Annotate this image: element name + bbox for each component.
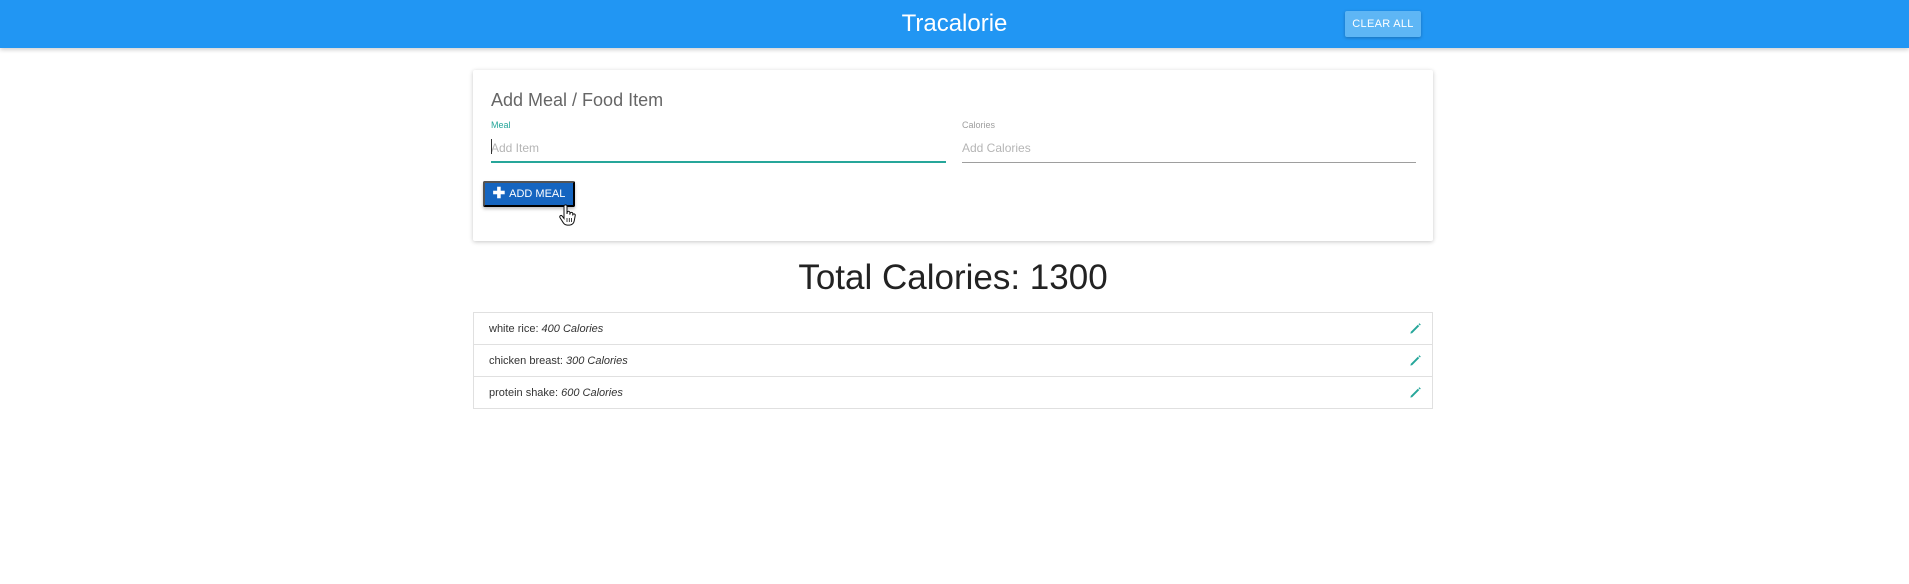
plus-icon: ✚ xyxy=(492,184,506,202)
calories-input[interactable] xyxy=(962,134,1416,162)
meal-calories: 600 Calories xyxy=(561,386,623,399)
brand-title[interactable]: Tracalorie xyxy=(0,0,1909,48)
calories-input-underline xyxy=(962,162,1416,163)
meal-name: protein shake: xyxy=(489,386,559,399)
meal-name: white rice: xyxy=(489,322,539,335)
text-caret xyxy=(491,139,492,154)
add-meal-card: Add Meal / Food Item Meal Calories ✚ ADD… xyxy=(473,70,1433,241)
meal-label: Meal xyxy=(491,120,511,130)
calories-label: Calories xyxy=(962,120,996,130)
navbar: Tracalorie CLEAR ALL xyxy=(0,0,1909,48)
meal-name: chicken breast: xyxy=(489,354,563,367)
card-title: Add Meal / Food Item xyxy=(491,90,664,110)
clear-all-button[interactable]: CLEAR ALL xyxy=(1345,11,1421,37)
meal-input-underline xyxy=(491,161,946,163)
meal-calories: 400 Calories xyxy=(541,322,604,335)
meal-calories: 300 Calories xyxy=(565,354,628,367)
add-meal-button-label: ADD MEAL xyxy=(509,188,566,200)
total-calories: Total Calories: 1300 xyxy=(798,258,1108,297)
meal-list-item: protein shake: 600 Calories xyxy=(474,377,1432,408)
meal-list-item: chicken breast: 300 Calories xyxy=(474,345,1432,377)
meal-list: white rice: 400 Calories chicken breast:… xyxy=(473,312,1433,409)
meal-list-item: white rice: 400 Calories xyxy=(474,313,1432,345)
pencil-icon[interactable] xyxy=(1409,354,1422,367)
pencil-icon[interactable] xyxy=(1409,386,1422,399)
pencil-icon[interactable] xyxy=(1409,322,1422,335)
meal-input[interactable] xyxy=(491,134,946,162)
hand-cursor-icon xyxy=(559,204,576,226)
